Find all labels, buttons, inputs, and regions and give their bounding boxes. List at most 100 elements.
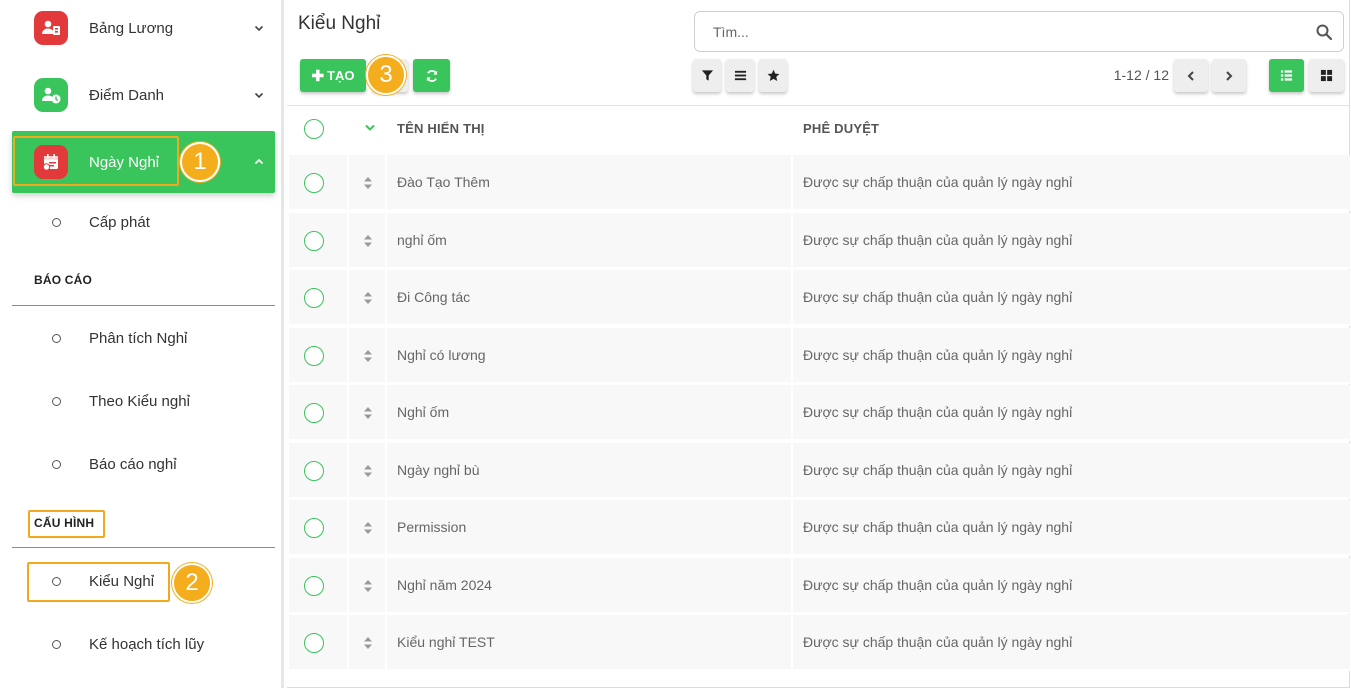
highlight-box [13, 136, 179, 186]
sidebar-subitem-label: Báo cáo nghỉ [89, 455, 177, 473]
drag-handle-icon[interactable] [363, 636, 373, 650]
sidebar-subitem-leave-analysis[interactable]: Phân tích Nghỉ [12, 318, 275, 358]
table-row[interactable]: Đào Tạo Thêm Được sự chấp thuận của quản … [289, 155, 1350, 211]
cell-name: Nghỉ có lương [397, 346, 486, 363]
sidebar-subitem-label: Phân tích Nghỉ [89, 329, 188, 347]
step-badge: 2 [172, 563, 212, 603]
column-header-name[interactable]: TÊN HIỂN THỊ [397, 121, 485, 136]
row-checkbox[interactable] [304, 288, 324, 308]
column-separator [347, 557, 349, 612]
column-separator [791, 327, 793, 382]
sidebar-subitem-leave-report[interactable]: Báo cáo nghỉ [12, 444, 275, 484]
bullet-icon [52, 396, 61, 406]
row-checkbox[interactable] [304, 460, 324, 481]
filter-button[interactable] [693, 59, 721, 92]
cell-approval: Được sự chấp thuận của quản lý ngày nghỉ [803, 519, 1073, 535]
sidebar-subitem-label: Kế hoạch tích lũy [89, 635, 205, 653]
sidebar-item-label: Điểm Danh [89, 86, 165, 104]
create-button[interactable]: ✚ TẠO [300, 59, 366, 92]
search-icon[interactable] [1315, 23, 1333, 41]
list-view-button[interactable] [1269, 59, 1304, 92]
bullet-icon [52, 333, 61, 343]
drag-handle-icon[interactable] [363, 406, 373, 420]
group-by-button[interactable] [726, 59, 754, 92]
table-row[interactable]: Nghỉ năm 2024 Được sự chấp thuận của quản… [289, 557, 1350, 614]
row-checkbox[interactable] [304, 575, 324, 596]
column-separator [347, 212, 349, 267]
row-checkbox[interactable] [304, 403, 324, 423]
step-badge: 3 [366, 55, 406, 95]
table-row[interactable]: Ngày nghỉ bù Được sự chấp thuận của quản … [289, 442, 1350, 499]
table-row[interactable]: Permission Được sự chấp thuận của quản lý… [289, 500, 1350, 556]
table-row[interactable]: Nghỉ có lương Được sự chấp thuận của quản… [289, 327, 1350, 384]
sidebar-subitem-accrual-plan[interactable]: Kế hoạch tích lũy [12, 624, 275, 664]
column-separator [385, 155, 387, 209]
drag-handle-icon[interactable] [363, 349, 373, 363]
row-checkbox[interactable] [304, 230, 324, 251]
next-page-button[interactable] [1212, 59, 1246, 92]
highlight-box [27, 562, 170, 602]
grid-view-icon [1320, 69, 1333, 82]
table-row[interactable]: Đi Công tác Được sự chấp thuận của quản l… [289, 270, 1350, 326]
pager-text: 1-12 / 12 [1113, 67, 1169, 83]
page-title: Kiểu Nghỉ [298, 13, 381, 34]
prev-page-button[interactable] [1174, 59, 1208, 92]
refresh-button[interactable] [413, 59, 450, 92]
drag-handle-icon[interactable] [363, 176, 373, 190]
divider [12, 547, 275, 548]
column-header-approval[interactable]: PHÊ DUYỆT [803, 121, 879, 136]
row-checkbox[interactable] [304, 518, 324, 538]
column-separator [791, 155, 793, 209]
column-separator [385, 327, 387, 382]
bullet-icon [52, 639, 61, 649]
divider [287, 105, 1350, 106]
drag-handle-icon[interactable] [363, 521, 373, 535]
step-badge: 1 [180, 142, 220, 182]
cell-name: Kiểu nghỉ TEST [397, 634, 495, 650]
select-all-checkbox[interactable] [304, 119, 324, 139]
sidebar-item-payroll[interactable]: Bảng Lương [12, 0, 275, 59]
cell-name: nghỉ ốm [397, 231, 447, 248]
column-separator [385, 270, 387, 324]
drag-handle-icon[interactable] [363, 579, 373, 593]
sidebar-item-attendance[interactable]: Điểm Danh [12, 64, 275, 126]
cell-approval: Được sự chấp thuận của quản lý ngày nghỉ [803, 231, 1073, 248]
list-lines-icon [734, 70, 746, 81]
drag-handle-icon[interactable] [363, 291, 373, 305]
filter-icon [701, 70, 713, 81]
sidebar-subitem-label: Cấp phát [89, 213, 150, 231]
row-checkbox[interactable] [304, 345, 324, 366]
search-input[interactable] [695, 12, 1305, 51]
chevron-up-icon [253, 156, 265, 168]
column-separator [347, 327, 349, 382]
drag-handle-icon[interactable] [363, 234, 373, 248]
chevron-down-icon[interactable] [364, 123, 376, 133]
column-separator [385, 385, 387, 439]
kanban-view-button[interactable] [1309, 59, 1344, 92]
column-separator [791, 615, 793, 669]
chevron-down-icon [253, 89, 265, 101]
column-separator [791, 212, 793, 267]
cell-approval: Được sự chấp thuận của quản lý ngày nghỉ [803, 576, 1073, 593]
drag-handle-icon[interactable] [363, 464, 373, 478]
column-separator [347, 442, 349, 497]
section-title-config: CẤU HÌNH [34, 516, 95, 530]
list-view-icon [1280, 70, 1293, 81]
table-row[interactable]: Nghỉ ốm Được sự chấp thuận của quản lý ng… [289, 385, 1350, 441]
column-separator [347, 270, 349, 324]
cell-approval: Được sự chấp thuận của quản lý ngày nghỉ [803, 174, 1073, 190]
row-checkbox[interactable] [304, 173, 324, 193]
row-checkbox[interactable] [304, 633, 324, 653]
column-separator [791, 270, 793, 324]
column-separator [385, 615, 387, 669]
favorites-button[interactable] [759, 59, 787, 92]
bullet-icon [52, 459, 61, 469]
sidebar-subitem-by-leave-type[interactable]: Theo Kiểu nghỉ [12, 381, 275, 421]
table-row[interactable]: nghỉ ốm Được sự chấp thuận của quản lý ng… [289, 212, 1350, 269]
cell-approval: Được sự chấp thuận của quản lý ngày nghỉ [803, 404, 1073, 420]
column-separator [347, 155, 349, 209]
chevron-down-icon [253, 22, 265, 34]
sidebar-subitem-allocation[interactable]: Cấp phát [12, 202, 275, 242]
table-row[interactable]: Kiểu nghỉ TEST Được sự chấp thuận của quả… [289, 615, 1350, 671]
cell-approval: Được sự chấp thuận của quản lý ngày nghỉ [803, 289, 1073, 305]
